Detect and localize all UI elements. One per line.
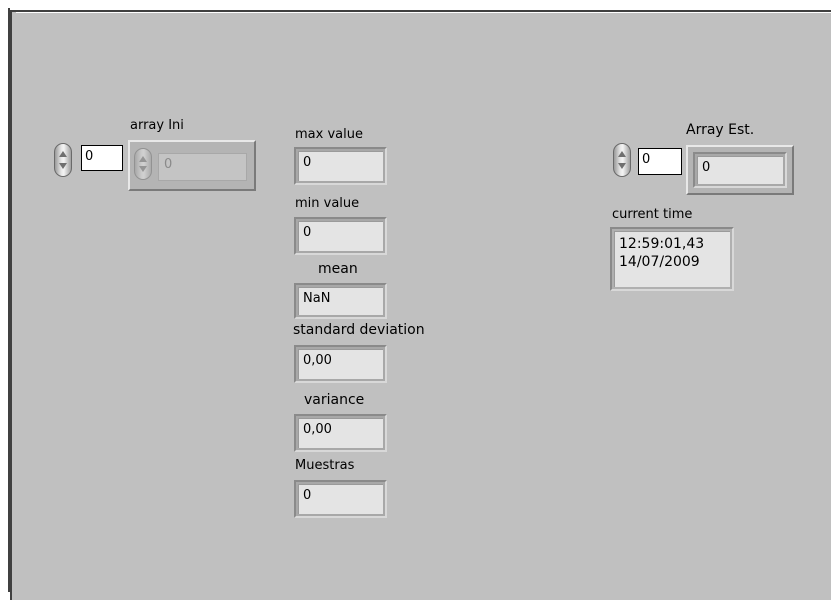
array-est-index-input[interactable]: 0 xyxy=(638,148,682,175)
min-value-label: min value xyxy=(295,196,360,211)
min-value-indicator: 0 xyxy=(294,217,387,255)
muestras-indicator: 0 xyxy=(294,480,387,518)
decrement-arrow-icon xyxy=(139,166,147,172)
decrement-arrow-icon[interactable] xyxy=(618,163,626,169)
min-value-field: 0 xyxy=(298,221,383,251)
mean-indicator: NaN xyxy=(294,283,387,319)
array-est-index-spinner-icon[interactable] xyxy=(613,143,631,177)
variance-field: 0,00 xyxy=(298,418,383,448)
panel-top-highlight xyxy=(16,12,831,13)
increment-arrow-icon xyxy=(139,156,147,162)
variance-label: variance xyxy=(304,392,365,408)
muestras-field: 0 xyxy=(298,484,383,514)
current-time-time: 12:59:01,43 xyxy=(619,236,705,252)
max-value-indicator: 0 xyxy=(294,147,387,185)
muestras-label: Muestras xyxy=(295,458,355,473)
front-panel xyxy=(10,10,831,600)
current-time-indicator: 12:59:01,43 14/07/2009 xyxy=(610,227,734,291)
panel-left-border xyxy=(8,8,10,592)
current-time-field: 12:59:01,43 14/07/2009 xyxy=(614,231,730,287)
standard-deviation-label: standard deviation xyxy=(293,322,425,338)
array-est-label: Array Est. xyxy=(686,122,755,138)
increment-arrow-icon[interactable] xyxy=(59,151,67,157)
current-time-date: 14/07/2009 xyxy=(619,254,700,270)
max-value-label: max value xyxy=(295,127,363,142)
array-est-element-indicator: 0 xyxy=(693,152,787,188)
standard-deviation-field: 0,00 xyxy=(298,349,383,379)
variance-indicator: 0,00 xyxy=(294,414,387,452)
array-ini-element-field: 0 xyxy=(158,153,247,181)
mean-field: NaN xyxy=(298,287,383,315)
array-ini-label: array Ini xyxy=(130,118,184,133)
standard-deviation-indicator: 0,00 xyxy=(294,345,387,383)
increment-arrow-icon[interactable] xyxy=(618,151,626,157)
max-value-field: 0 xyxy=(298,151,383,181)
mean-label: mean xyxy=(318,261,358,277)
array-est-element-field: 0 xyxy=(697,156,783,184)
decrement-arrow-icon[interactable] xyxy=(59,163,67,169)
array-ini-element-spinner-icon xyxy=(134,148,152,180)
array-ini-index-input[interactable]: 0 xyxy=(81,145,123,171)
current-time-label: current time xyxy=(612,207,693,222)
array-ini-index-spinner-icon[interactable] xyxy=(54,143,72,177)
